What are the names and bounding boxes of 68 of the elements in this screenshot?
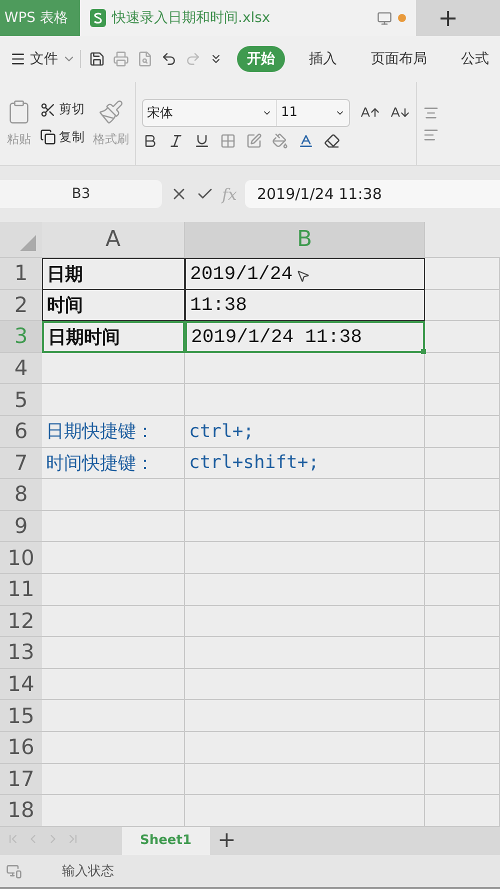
fill-handle[interactable]: [421, 348, 426, 354]
eraser-icon[interactable]: [324, 132, 340, 148]
display-icon[interactable]: [6, 862, 22, 879]
ribbon-tab[interactable]: 插入: [299, 46, 347, 72]
row-header[interactable]: 5: [0, 384, 42, 416]
row-header[interactable]: 18: [0, 795, 42, 827]
row-header[interactable]: 9: [0, 510, 42, 542]
fill-color-icon[interactable]: [272, 132, 288, 148]
row-header[interactable]: 16: [0, 732, 42, 764]
name-box[interactable]: B3: [0, 180, 162, 208]
table-cell: 2019/1/24 11:38: [185, 320, 425, 353]
column-header[interactable]: A: [42, 222, 185, 258]
row-header[interactable]: 8: [0, 479, 42, 511]
table-cell: ctrl+;: [185, 416, 425, 448]
copy-icon: [40, 129, 56, 146]
file-tab[interactable]: 快速录入日期和时间.xlsx: [80, 0, 416, 36]
row-header[interactable]: 14: [0, 668, 42, 700]
italic-icon[interactable]: [168, 132, 184, 148]
add-sheet-button[interactable]: +: [210, 826, 244, 855]
row-header[interactable]: 1: [0, 258, 42, 290]
paintbrush-icon: [98, 99, 124, 125]
cut-button[interactable]: 剪切: [40, 99, 85, 120]
row-header[interactable]: 4: [0, 352, 42, 384]
app-tab[interactable]: WPS 表格: [0, 0, 80, 36]
table-cell: 日期快捷键：: [42, 416, 185, 448]
row-header[interactable]: 10: [0, 542, 42, 574]
select-all-corner[interactable]: [0, 222, 42, 258]
ribbon-tab[interactable]: 开始: [237, 46, 285, 72]
table-cell: 日期: [42, 258, 185, 290]
table-cell: 时间快捷键：: [42, 448, 185, 480]
corner-triangle-icon: [20, 235, 36, 251]
undo-icon[interactable]: [161, 51, 177, 67]
monitor-icon[interactable]: [377, 10, 392, 26]
ribbon-tab[interactable]: 公式: [451, 46, 499, 72]
row-header[interactable]: 2: [0, 290, 42, 322]
print-preview-icon[interactable]: [137, 51, 153, 67]
row-header[interactable]: 15: [0, 700, 42, 732]
formula-field[interactable]: 2019/1/24 11:38: [244, 180, 500, 208]
mouse-cursor-icon: [296, 268, 310, 282]
table-cell: ctrl+shift+;: [185, 448, 425, 480]
row-header[interactable]: 11: [0, 574, 42, 606]
table-cell: 2019/1/24: [185, 258, 425, 290]
new-tab-button[interactable]: +: [416, 0, 480, 36]
table-cell: 时间: [42, 289, 185, 322]
menu-icon: [10, 51, 26, 67]
underline-icon[interactable]: [194, 132, 210, 148]
table-cell: 日期时间: [42, 320, 185, 353]
row-header[interactable]: 7: [0, 448, 42, 480]
sheet-tab[interactable]: Sheet1: [122, 826, 210, 855]
scissors-icon: [40, 102, 56, 118]
table-cell: 11:38: [185, 289, 425, 322]
row-header[interactable]: 6: [0, 416, 42, 448]
save-icon[interactable]: [89, 51, 105, 67]
align-left-icon[interactable]: [423, 126, 439, 142]
row-header[interactable]: 13: [0, 637, 42, 669]
printer-icon[interactable]: [113, 51, 129, 67]
ribbon-tab[interactable]: 页面布局: [361, 46, 437, 72]
row-header[interactable]: 12: [0, 606, 42, 638]
row-header[interactable]: 17: [0, 764, 42, 796]
edit-icon[interactable]: [246, 132, 262, 148]
file-menu[interactable]: 文件: [6, 50, 81, 68]
spreadsheet-icon: [90, 9, 106, 27]
status-text: 输入状态: [62, 862, 114, 880]
font-color-icon[interactable]: [298, 132, 314, 148]
redo-icon[interactable]: [185, 51, 201, 67]
align-center-icon[interactable]: [423, 104, 439, 120]
borders-icon[interactable]: [220, 132, 236, 148]
copy-button[interactable]: 复制: [40, 126, 85, 148]
